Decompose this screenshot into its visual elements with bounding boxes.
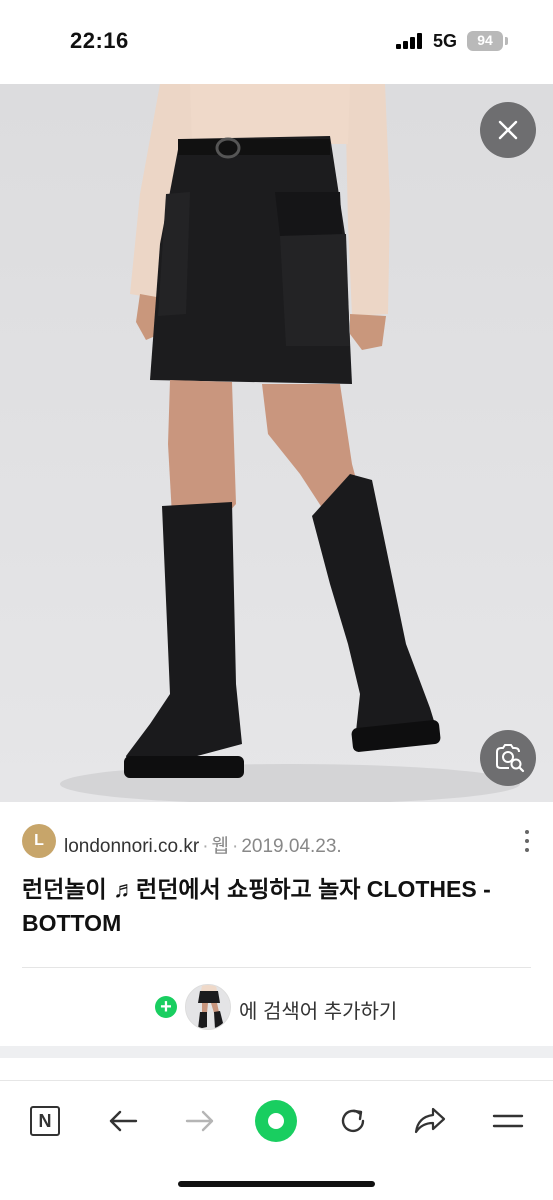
image-thumbnail (185, 984, 231, 1030)
source-type: 웹 (211, 836, 230, 857)
back-button[interactable] (99, 1097, 147, 1145)
add-search-keyword-button[interactable]: + 에 검색어 추가하기 (155, 984, 415, 1030)
menu-icon (492, 1114, 524, 1128)
home-indicator (178, 1181, 375, 1187)
result-title[interactable]: 런던놀이 ♬런던에서 쇼핑하고 놀자 CLOTHES - BOTTOM (22, 872, 537, 940)
separator-dot: · (202, 836, 209, 857)
close-button[interactable] (480, 102, 536, 158)
refresh-button[interactable] (329, 1097, 377, 1145)
add-keyword-label: 에 검색어 추가하기 (239, 1001, 398, 1023)
more-options-icon[interactable] (518, 828, 534, 854)
share-icon (414, 1107, 446, 1134)
green-dot-button[interactable] (252, 1097, 300, 1145)
signal-icon (396, 33, 426, 49)
menu-button[interactable] (484, 1097, 532, 1145)
battery-icon: 94 (467, 31, 503, 51)
close-icon (498, 120, 518, 140)
share-button[interactable] (406, 1097, 454, 1145)
visual-search-icon (496, 744, 525, 773)
arrow-left-icon (109, 1110, 138, 1132)
result-image[interactable] (0, 84, 553, 802)
arrow-right-icon (185, 1110, 214, 1132)
plus-icon: + (155, 996, 177, 1018)
forward-button[interactable] (176, 1097, 224, 1145)
visual-search-button[interactable] (480, 730, 536, 786)
refresh-icon (341, 1109, 365, 1133)
source-row[interactable]: L londonnori.co.kr · 웹 · 2019.04.23. (22, 824, 532, 860)
source-date: 2019.04.23. (241, 836, 342, 857)
status-bar: 22:16 5G 94 (0, 0, 553, 84)
product-photo (60, 84, 520, 802)
separator-dot: · (232, 836, 239, 857)
battery-cap (505, 37, 508, 45)
source-meta: londonnori.co.kr · 웹 · 2019.04.23. (64, 831, 342, 858)
site-favicon: L (22, 824, 56, 858)
status-time: 22:16 (70, 28, 129, 53)
section-separator (0, 1046, 553, 1058)
naver-n-icon: N (30, 1106, 60, 1136)
network-type: 5G (433, 31, 458, 51)
divider (22, 967, 531, 968)
naver-home-button[interactable]: N (21, 1097, 69, 1145)
green-dot-icon (255, 1100, 297, 1142)
source-domain[interactable]: londonnori.co.kr (64, 836, 199, 857)
battery-level: 94 (477, 32, 493, 48)
